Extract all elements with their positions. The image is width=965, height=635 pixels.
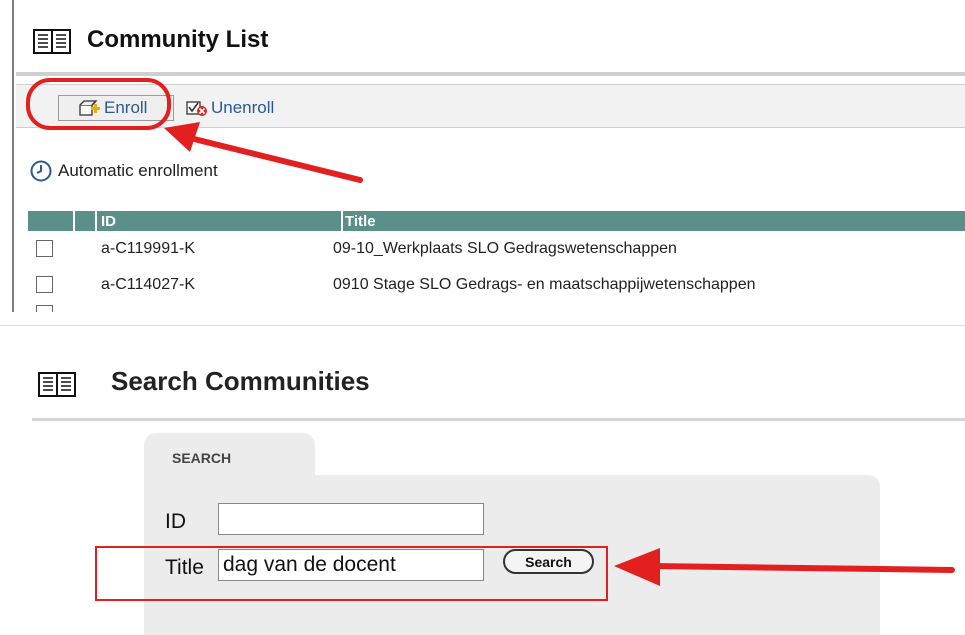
row-checkbox[interactable]	[36, 305, 53, 312]
header-separator	[73, 211, 75, 231]
automatic-enrollment-label: Automatic enrollment	[58, 161, 218, 180]
arrow-annotation-search	[614, 548, 955, 586]
row-checkbox[interactable]	[36, 240, 53, 257]
title-divider	[32, 418, 965, 421]
community-list-panel: Community List Enroll Unenroll Automatic…	[0, 0, 965, 312]
tab-search-label: SEARCH	[172, 450, 232, 466]
title-search-highlight-annotation	[95, 546, 608, 601]
row-id: a-C119991-K	[101, 240, 195, 257]
row-title: 09-10_Werkplaats SLO Gedragswetenschappe…	[333, 240, 677, 257]
header-separator	[95, 211, 97, 231]
enroll-highlight-annotation	[26, 78, 171, 130]
page-title: Search Communities	[111, 366, 370, 396]
row-checkbox[interactable]	[36, 276, 53, 293]
id-field[interactable]	[218, 503, 484, 535]
table-row: a-C119991-K 09-10_Werkplaats SLO Gedrags…	[28, 234, 965, 264]
column-header-title[interactable]: Title	[345, 213, 376, 230]
automatic-enrollment-link[interactable]: Automatic enrollment	[30, 160, 218, 182]
clock-icon	[30, 160, 52, 182]
row-title: 0910 Stage SLO Gedrags- en maatschappijw…	[333, 276, 756, 293]
title-divider	[16, 72, 965, 76]
search-communities-panel: Search Communities SEARCH ID Title dag v…	[0, 325, 965, 635]
table-header: ID Title	[28, 211, 965, 231]
column-header-id[interactable]: ID	[101, 213, 116, 230]
book-icon	[38, 372, 76, 397]
page-title: Community List	[87, 26, 269, 53]
table-row: a-C114027-K 0910 Stage SLO Gedrags- en m…	[28, 270, 965, 300]
id-field-label: ID	[165, 510, 186, 533]
book-icon	[33, 29, 71, 54]
header-separator	[341, 211, 343, 231]
row-id: a-C114027-K	[101, 276, 195, 293]
left-divider	[12, 0, 14, 312]
